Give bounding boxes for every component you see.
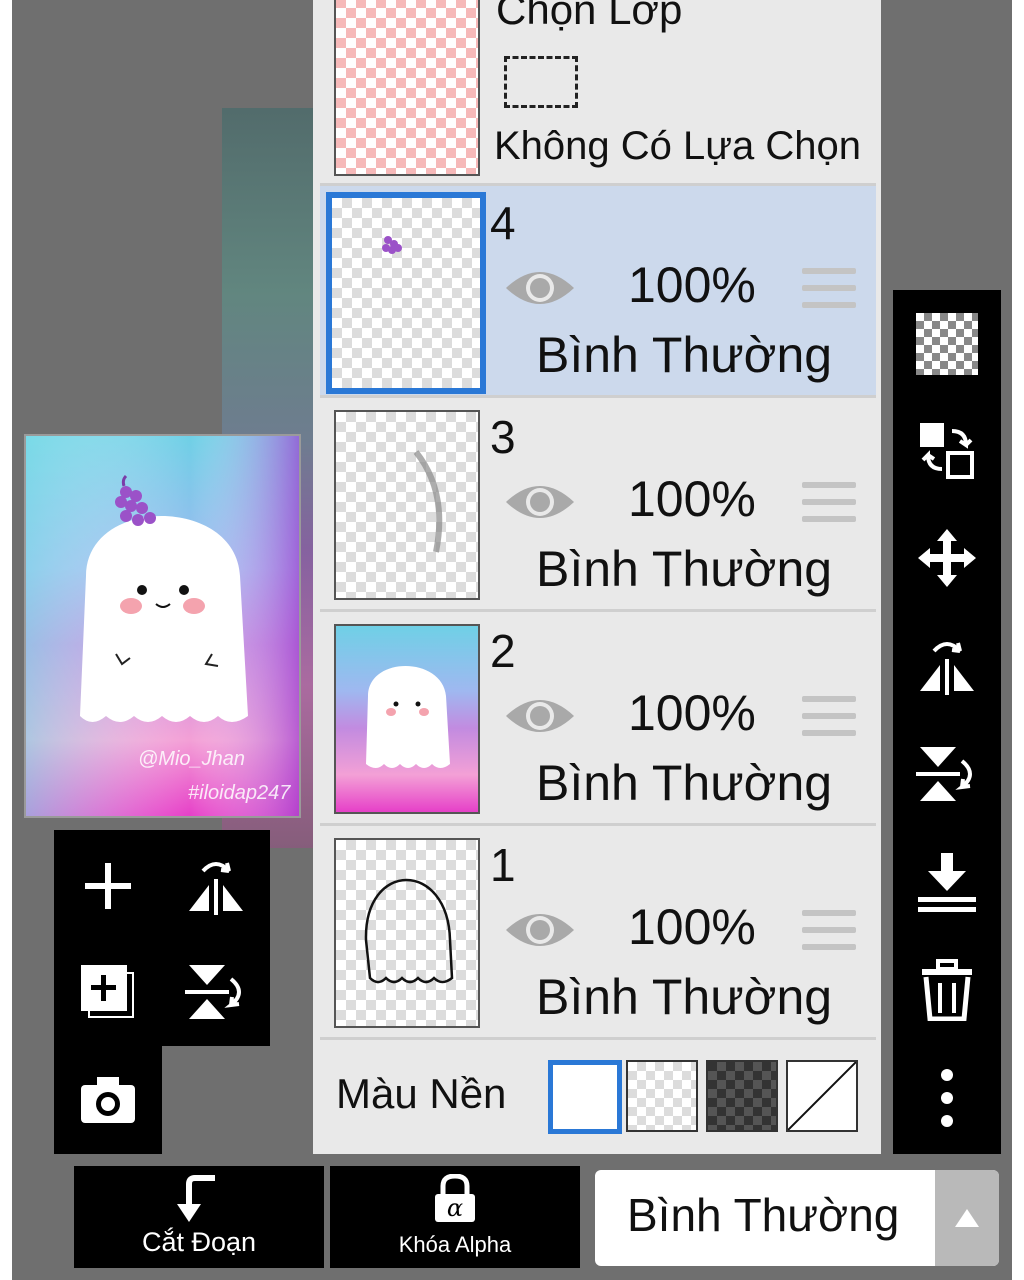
bg-swatch-none[interactable] bbox=[786, 1060, 858, 1132]
layer-blend-mode: Bình Thường bbox=[536, 327, 833, 383]
lock-icon: α bbox=[435, 1174, 475, 1222]
svg-text:α: α bbox=[447, 1194, 463, 1222]
selection-thumbnail bbox=[334, 0, 480, 176]
layer-row-4[interactable]: 4 100% Bình Thường bbox=[320, 186, 876, 398]
layer-number: 1 bbox=[490, 839, 516, 891]
flip-horizontal-icon[interactable] bbox=[913, 632, 981, 700]
flip-vertical-icon[interactable] bbox=[176, 952, 256, 1032]
layer-thumbnail-2 bbox=[334, 624, 480, 814]
watermark-tag: #iloidap247 bbox=[188, 782, 291, 804]
right-toolbar bbox=[893, 290, 1001, 1154]
layer-thumbnail-3 bbox=[334, 410, 480, 600]
layer-number: 4 bbox=[490, 197, 516, 249]
background-color-label: Màu Nền bbox=[336, 1070, 507, 1117]
screen-edge-right bbox=[1012, 0, 1024, 1280]
layer-number: 3 bbox=[490, 411, 516, 463]
alpha-lock-button[interactable]: α Khóa Alpha bbox=[330, 1166, 580, 1268]
move-icon[interactable] bbox=[913, 524, 981, 592]
layer-opacity[interactable]: 100% bbox=[628, 898, 756, 956]
camera-icon[interactable] bbox=[68, 1060, 148, 1140]
selection-layer-row[interactable]: Chọn Lớp Không Có Lựa Chọn bbox=[320, 0, 876, 186]
visibility-eye-icon[interactable] bbox=[504, 478, 576, 526]
layer-opacity[interactable]: 100% bbox=[628, 684, 756, 742]
layer-opacity[interactable]: 100% bbox=[628, 256, 756, 314]
merge-down-icon[interactable] bbox=[913, 848, 981, 916]
clipping-button[interactable]: Cắt Đoạn bbox=[74, 1166, 324, 1268]
layer-thumbnail-1 bbox=[334, 838, 480, 1028]
alpha-lock-label: Khóa Alpha bbox=[398, 1232, 512, 1257]
selection-status: Không Có Lựa Chọn bbox=[494, 124, 862, 168]
layer-number: 2 bbox=[490, 625, 516, 677]
grapes-thumbnail-icon bbox=[382, 236, 402, 254]
layer-blend-mode: Bình Thường bbox=[536, 969, 833, 1025]
layer-opacity[interactable]: 100% bbox=[628, 470, 756, 528]
swap-layers-icon[interactable] bbox=[913, 416, 981, 484]
selection-marquee-icon bbox=[504, 56, 578, 108]
layer-row-2[interactable]: 2 100% Bình Thường bbox=[320, 614, 876, 826]
bg-swatch-dark-checker[interactable] bbox=[706, 1060, 778, 1132]
visibility-eye-icon[interactable] bbox=[504, 264, 576, 312]
left-toolbar-bottom bbox=[54, 1046, 162, 1154]
layer-row-1[interactable]: 1 100% Bình Thường bbox=[320, 828, 876, 1040]
clipping-label: Cắt Đoạn bbox=[141, 1227, 257, 1257]
flip-horizontal-icon[interactable] bbox=[176, 846, 256, 926]
add-duplicate-layer-icon[interactable] bbox=[68, 952, 148, 1032]
layer-blend-mode: Bình Thường bbox=[536, 541, 833, 597]
bg-swatch-transparent[interactable] bbox=[626, 1060, 698, 1132]
add-layer-icon[interactable] bbox=[68, 846, 148, 926]
watermark-author: @Mio_Jhan bbox=[138, 748, 246, 770]
bg-swatch-white[interactable] bbox=[548, 1060, 622, 1134]
transparent-checker-icon[interactable] bbox=[913, 310, 981, 378]
screen-edge-left bbox=[0, 0, 12, 1280]
blend-mode-arrow-up-icon[interactable] bbox=[935, 1170, 999, 1266]
artwork-thumbnail bbox=[336, 626, 478, 812]
layer-thumbnail-4 bbox=[326, 192, 486, 394]
diagonal-slash-icon bbox=[787, 1061, 857, 1131]
drag-handle-icon[interactable] bbox=[802, 910, 856, 950]
more-vertical-icon[interactable] bbox=[913, 1064, 981, 1132]
flip-vertical-icon[interactable] bbox=[913, 740, 981, 808]
drag-handle-icon[interactable] bbox=[802, 696, 856, 736]
visibility-eye-icon[interactable] bbox=[504, 906, 576, 954]
background-color-row: Màu Nền bbox=[320, 1040, 876, 1152]
left-toolbar bbox=[54, 830, 270, 1046]
blend-mode-select[interactable]: Bình Thường bbox=[595, 1170, 999, 1266]
blend-mode-value: Bình Thường bbox=[627, 1189, 900, 1241]
canvas-preview[interactable]: @Mio_Jhan #iloidap247 bbox=[24, 434, 301, 818]
outline-thumbnail bbox=[364, 878, 454, 984]
trash-icon[interactable] bbox=[913, 956, 981, 1024]
shadow-stroke-thumbnail bbox=[413, 450, 443, 553]
layer-blend-mode: Bình Thường bbox=[536, 755, 833, 811]
layer-row-3[interactable]: 3 100% Bình Thường bbox=[320, 400, 876, 612]
visibility-eye-icon[interactable] bbox=[504, 692, 576, 740]
drag-handle-icon[interactable] bbox=[802, 482, 856, 522]
clipping-arrow-icon bbox=[177, 1175, 215, 1222]
drag-handle-icon[interactable] bbox=[802, 268, 856, 308]
selection-layer-title: Chọn Lớp bbox=[496, 0, 683, 33]
